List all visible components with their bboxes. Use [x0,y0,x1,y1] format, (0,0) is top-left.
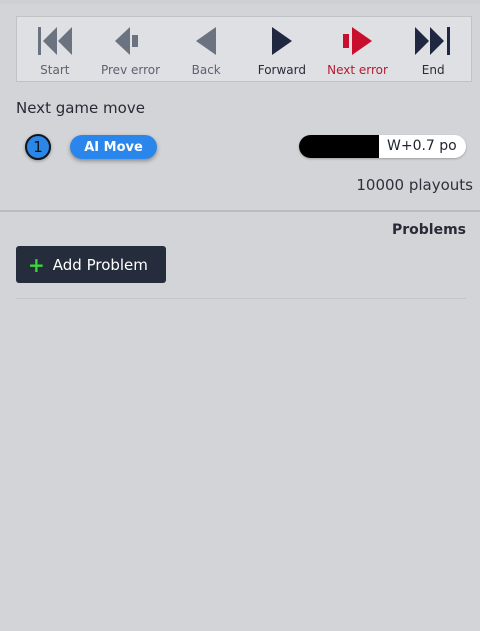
forward-icon [271,25,293,57]
back-button[interactable]: Back [168,17,244,81]
end-label: End [421,63,445,77]
back-icon [195,25,217,57]
problems-divider [16,298,466,299]
end-button[interactable]: End [395,17,471,81]
top-strip [0,0,480,4]
move-number-text: 1 [33,138,43,156]
score-bar: W+0.7 po [299,135,466,158]
prev-error-button[interactable]: Prev error [93,17,169,81]
next-error-label: Next error [327,63,388,77]
skip-to-start-icon [37,25,73,57]
navigation-bar: Start Prev error Back Forward Next error… [16,16,472,82]
add-problem-button[interactable]: + Add Problem [16,246,166,283]
prev-error-icon [114,25,148,57]
back-label: Back [191,63,221,77]
problems-title: Problems [391,222,466,238]
forward-label: Forward [257,63,306,77]
ai-move-button[interactable]: AI Move [70,135,157,159]
plus-icon: + [28,252,45,277]
next-error-button[interactable]: Next error [320,17,396,81]
forward-button[interactable]: Forward [244,17,320,81]
start-label: Start [40,63,70,77]
next-game-move-title: Next game move [16,99,145,117]
prev-error-label: Prev error [100,63,161,77]
playouts-count: 10000 playouts [356,176,473,194]
score-text: W+0.7 po [387,138,457,154]
section-divider [0,210,480,212]
start-button[interactable]: Start [17,17,93,81]
score-bar-black-fill [299,135,380,158]
ai-move-label: AI Move [84,139,143,155]
add-problem-label: Add Problem [52,255,148,274]
move-number-badge: 1 [25,134,51,160]
next-error-icon [341,25,375,57]
skip-to-end-icon [414,25,452,57]
